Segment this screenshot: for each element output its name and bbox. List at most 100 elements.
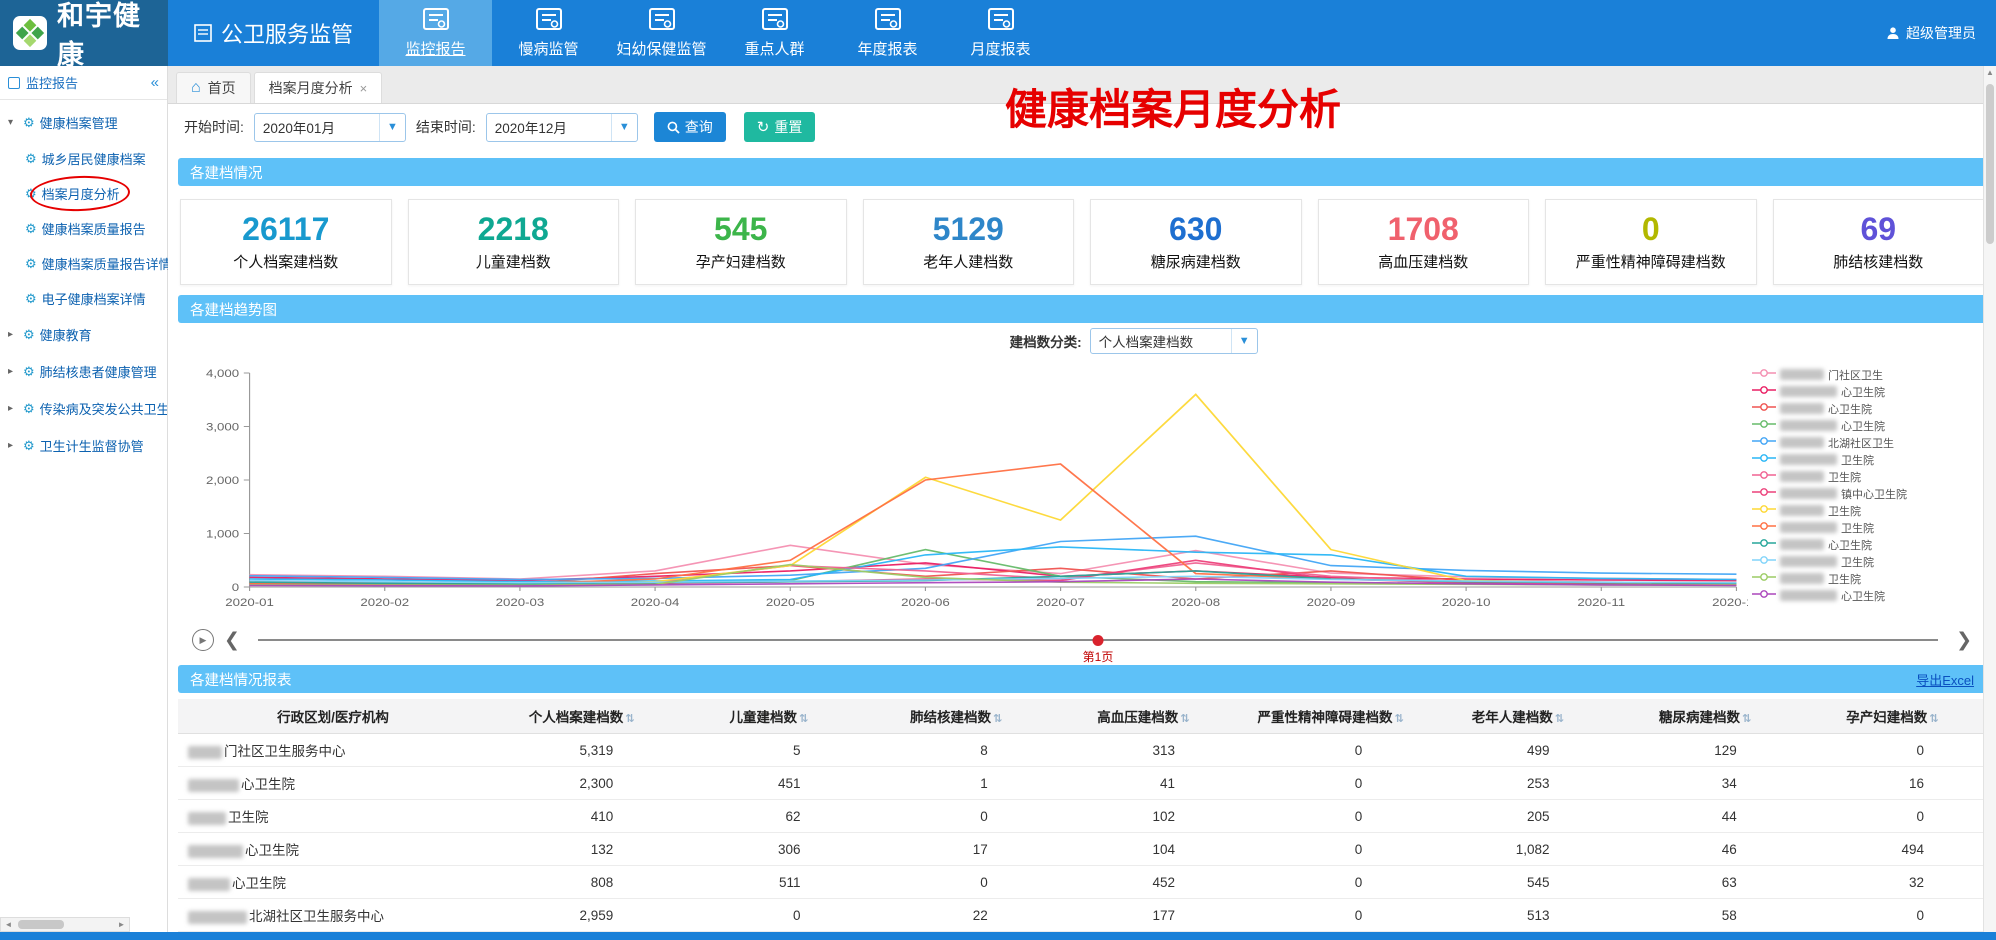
reset-button[interactable]: ↻ 重置 xyxy=(744,112,816,142)
column-header-5[interactable]: 严重性精神障碍建档数⇅ xyxy=(1237,699,1424,734)
user-menu[interactable]: 超级管理员 xyxy=(1886,0,1996,66)
vertical-scrollbar[interactable]: ▲ xyxy=(1983,66,1996,932)
category-select[interactable]: 个人档案建档数 ▼ xyxy=(1090,328,1258,354)
stat-label: 个人档案建档数 xyxy=(233,251,338,272)
sort-icon[interactable]: ⇅ xyxy=(993,713,1002,725)
stat-label: 孕产妇建档数 xyxy=(696,251,786,272)
scroll-right-icon[interactable]: ► xyxy=(114,920,129,929)
table-row: 卫生院1,315572140115130 xyxy=(178,932,1986,933)
sidebar-subitem-0-1[interactable]: ⚙档案月度分析 xyxy=(0,176,167,211)
legend-item-11[interactable]: 卫生院 xyxy=(1752,554,1980,569)
column-header-2[interactable]: 儿童建档数⇅ xyxy=(675,699,862,734)
sort-icon[interactable]: ⇅ xyxy=(799,713,808,725)
column-header-8[interactable]: 孕产妇建档数⇅ xyxy=(1799,699,1986,734)
trend-chart-row: 01,0002,0003,0004,0002020-012020-022020-… xyxy=(178,359,1986,621)
value-cell: 313 xyxy=(1050,734,1237,767)
sidebar-item-1[interactable]: ▸⚙健康教育 xyxy=(0,316,167,353)
legend-item-9[interactable]: 卫生院 xyxy=(1752,520,1980,535)
sidebar-tree: ▾⚙健康档案管理⚙城乡居民健康档案⚙档案月度分析⚙健康档案质量报告⚙健康档案质量… xyxy=(0,100,167,464)
sort-icon[interactable]: ⇅ xyxy=(1742,713,1751,725)
legend-item-12[interactable]: 卫生院 xyxy=(1752,571,1980,586)
sidebar-subitem-0-3[interactable]: ⚙健康档案质量报告详情 xyxy=(0,246,167,281)
play-button[interactable]: ▶ xyxy=(192,629,214,651)
sidebar-horizontal-scrollbar[interactable]: ◄ ► xyxy=(0,917,130,932)
gear-icon: ⚙ xyxy=(23,115,35,131)
legend-label: 心卫生院 xyxy=(1841,418,1885,434)
export-excel-link[interactable]: 导出Excel xyxy=(1916,670,1974,689)
sidebar-item-0[interactable]: ▾⚙健康档案管理 xyxy=(0,104,167,141)
column-header-4[interactable]: 高血压建档数⇅ xyxy=(1050,699,1237,734)
reset-icon: ↻ xyxy=(757,120,770,135)
scroll-up-icon[interactable]: ▲ xyxy=(1984,68,1996,77)
nav-item-0[interactable]: 监控报告 xyxy=(379,0,492,66)
table-row: 门社区卫生服务中心5,3195831304991290 xyxy=(178,734,1986,767)
scrollbar-thumb[interactable] xyxy=(18,920,64,929)
sidebar-collapse-icon[interactable]: « xyxy=(151,74,159,91)
sidebar-subitem-label: 城乡居民健康档案 xyxy=(42,149,146,168)
org-cell: 心卫生院 xyxy=(178,833,488,866)
legend-item-7[interactable]: 镇中心卫生院 xyxy=(1752,486,1980,501)
svg-text:2020-06: 2020-06 xyxy=(901,596,950,609)
org-name: 心卫生院 xyxy=(232,876,286,891)
column-header-6[interactable]: 老年人建档数⇅ xyxy=(1424,699,1611,734)
end-time-select[interactable]: 2020年12月 ▼ xyxy=(486,113,638,142)
sidebar-item-3[interactable]: ▸⚙传染病及突发公共卫生事件 xyxy=(0,390,167,427)
nav-item-2[interactable]: 妇幼保健监管 xyxy=(605,0,718,66)
tab-0[interactable]: ⌂首页 xyxy=(176,72,251,103)
start-time-select[interactable]: 2020年01月 ▼ xyxy=(254,113,406,142)
nav-item-1[interactable]: 慢病监管 xyxy=(492,0,605,66)
sort-icon[interactable]: ⇅ xyxy=(1180,713,1189,725)
legend-item-2[interactable]: 心卫生院 xyxy=(1752,401,1980,416)
scrollbar-thumb[interactable] xyxy=(1986,84,1994,244)
value-cell: 1,082 xyxy=(1424,833,1611,866)
value-cell: 808 xyxy=(488,866,675,899)
svg-text:2020-12: 2020-12 xyxy=(1712,596,1748,609)
sidebar-subitem-label: 健康档案质量报告 xyxy=(42,219,146,238)
nav-item-3[interactable]: 重点人群 xyxy=(718,0,831,66)
legend-item-3[interactable]: 心卫生院 xyxy=(1752,418,1980,433)
sidebar-subitem-0-4[interactable]: ⚙电子健康档案详情 xyxy=(0,281,167,316)
sidebar-subitem-0-0[interactable]: ⚙城乡居民健康档案 xyxy=(0,141,167,176)
sort-icon[interactable]: ⇅ xyxy=(1555,713,1564,725)
value-cell: 1,315 xyxy=(488,932,675,933)
legend-item-13[interactable]: 心卫生院 xyxy=(1752,588,1980,603)
legend-item-5[interactable]: 卫生院 xyxy=(1752,452,1980,467)
sort-icon[interactable]: ⇅ xyxy=(1395,713,1404,725)
pagination-track[interactable]: 第1页 xyxy=(258,639,1938,641)
stat-card-5: 1708高血压建档数 xyxy=(1318,199,1530,285)
report-section-header: 各建档情况报表 导出Excel xyxy=(178,665,1986,693)
close-icon[interactable]: × xyxy=(360,81,368,96)
tab-1[interactable]: 档案月度分析× xyxy=(254,72,383,103)
next-page-icon[interactable]: ❯ xyxy=(1956,629,1972,652)
legend-item-4[interactable]: 北湖社区卫生 xyxy=(1752,435,1980,450)
scroll-left-icon[interactable]: ◄ xyxy=(1,920,16,929)
app-title: 公卫服务监管 xyxy=(168,0,379,66)
column-header-7[interactable]: 糖尿病建档数⇅ xyxy=(1612,699,1799,734)
org-cell: 心卫生院 xyxy=(178,767,488,800)
sidebar-item-4[interactable]: ▸⚙卫生计生监督协管 xyxy=(0,427,167,464)
legend-item-6[interactable]: 卫生院 xyxy=(1752,469,1980,484)
value-cell: 511 xyxy=(675,866,862,899)
column-header-3[interactable]: 肺结核建档数⇅ xyxy=(863,699,1050,734)
column-header-1[interactable]: 个人档案建档数⇅ xyxy=(488,699,675,734)
prev-page-icon[interactable]: ❮ xyxy=(224,629,240,652)
nav-item-label: 慢病监管 xyxy=(519,38,579,59)
sidebar-subitem-0-2[interactable]: ⚙健康档案质量报告 xyxy=(0,211,167,246)
end-time-label: 结束时间: xyxy=(416,117,476,137)
value-cell: 2,959 xyxy=(488,899,675,932)
sidebar-item-2[interactable]: ▸⚙肺结核患者健康管理 xyxy=(0,353,167,390)
sort-icon[interactable]: ⇅ xyxy=(625,713,634,725)
legend-item-10[interactable]: 心卫生院 xyxy=(1752,537,1980,552)
value-cell: 0 xyxy=(1237,767,1424,800)
nav-item-4[interactable]: 年度报表 xyxy=(831,0,944,66)
pagination-current-dot[interactable] xyxy=(1093,635,1104,646)
query-button[interactable]: 查询 xyxy=(654,112,726,142)
legend-item-0[interactable]: 门社区卫生 xyxy=(1752,367,1980,382)
column-header-label: 高血压建档数 xyxy=(1097,710,1178,725)
sidebar-header: 监控报告 « xyxy=(0,66,167,100)
legend-item-8[interactable]: 卫生院 xyxy=(1752,503,1980,518)
nav-item-5[interactable]: 月度报表 xyxy=(944,0,1057,66)
sort-icon[interactable]: ⇅ xyxy=(1929,713,1938,725)
blurred-org-name xyxy=(1780,590,1837,601)
legend-item-1[interactable]: 心卫生院 xyxy=(1752,384,1980,399)
